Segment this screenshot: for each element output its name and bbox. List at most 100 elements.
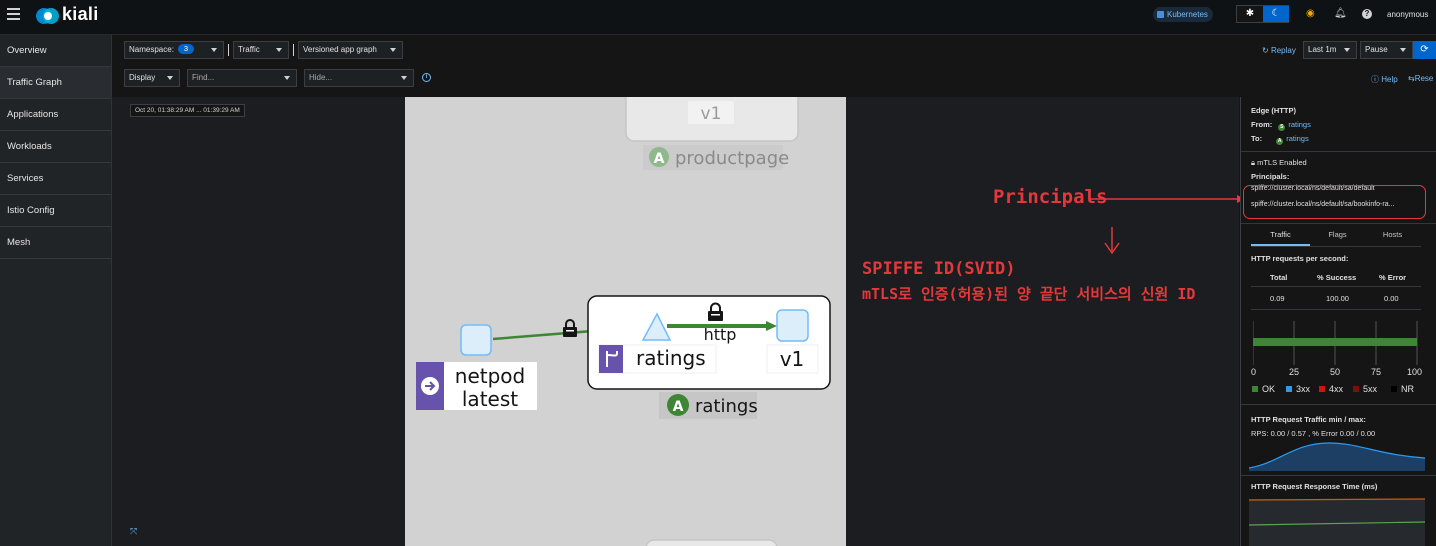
traffic-values: RPS: 0.00 / 0.57 , % Error 0.00 / 0.00 bbox=[1251, 429, 1376, 438]
bottom-app-box[interactable] bbox=[645, 539, 778, 546]
divider bbox=[1241, 475, 1436, 476]
refresh-icon: ⟳ bbox=[1420, 44, 1429, 55]
history-icon: ↻ bbox=[1262, 46, 1271, 55]
tab-flags[interactable]: Flags bbox=[1310, 230, 1365, 239]
sidebar-item-services[interactable]: Services bbox=[0, 163, 111, 195]
namespace-select[interactable]: Namespace: 3 bbox=[124, 41, 224, 59]
ratings-v1-label: v1 bbox=[780, 347, 805, 371]
refresh-button[interactable]: ⟳ bbox=[1413, 41, 1436, 59]
productpage-app-badge-letter: A bbox=[654, 151, 665, 167]
lock-icon bbox=[563, 319, 577, 337]
graph-type-select[interactable]: Versioned app graph bbox=[298, 41, 403, 59]
traffic-sparkline bbox=[1249, 442, 1425, 471]
panel-title: Edge (HTTP) bbox=[1251, 106, 1296, 115]
display-select[interactable]: Display bbox=[124, 69, 180, 87]
find-input[interactable]: Find... bbox=[187, 69, 297, 87]
app-badge: A bbox=[1276, 138, 1284, 145]
duration-select[interactable]: Last 1m bbox=[1303, 41, 1357, 59]
sun-icon: ✱ bbox=[1245, 8, 1255, 19]
bell-icon[interactable]: 🔔︎ bbox=[1334, 9, 1347, 19]
mtls-annotation: mTLS로 인증(허용)된 양 끝단 서비스의 신원 ID bbox=[862, 285, 1196, 303]
cluster-chip: Kubernetes bbox=[1153, 7, 1213, 22]
legend-3xx: 3xx bbox=[1286, 384, 1310, 394]
hamburger-menu-icon[interactable] bbox=[7, 8, 20, 20]
duration-label: Last 1m bbox=[1308, 45, 1337, 54]
tab-traffic[interactable]: Traffic bbox=[1251, 230, 1310, 239]
tab-hosts[interactable]: Hosts bbox=[1365, 230, 1420, 239]
response-codes-chart bbox=[1253, 321, 1418, 365]
help-button[interactable]: ⓘ Help bbox=[1371, 74, 1398, 85]
value-total: 0.09 bbox=[1270, 294, 1285, 303]
fit-to-screen-icon[interactable]: ⤧ bbox=[130, 526, 137, 537]
mtls-label: mTLS Enabled bbox=[1257, 158, 1307, 167]
spiffe-annotation: SPIFFE ID(SVID) bbox=[862, 259, 1016, 279]
from-row: From: Sratings bbox=[1251, 120, 1311, 131]
graph-type-label: Versioned app graph bbox=[303, 45, 377, 54]
divider bbox=[1241, 151, 1436, 152]
light-theme-button[interactable]: ✱ bbox=[1237, 6, 1263, 22]
sidebar-item-overview[interactable]: Overview bbox=[0, 35, 111, 67]
help-icon[interactable]: ? bbox=[1362, 9, 1372, 19]
productpage-app-label: productpage bbox=[675, 148, 789, 169]
sidebar-item-mesh[interactable]: Mesh bbox=[0, 227, 111, 259]
annotation-arrows bbox=[1089, 195, 1245, 255]
caret-down-icon bbox=[401, 76, 407, 80]
caret-down-icon bbox=[276, 48, 282, 52]
sidebar-item-istio-config[interactable]: Istio Config bbox=[0, 195, 111, 227]
to-value[interactable]: ratings bbox=[1286, 134, 1309, 143]
table-divider bbox=[1251, 286, 1421, 287]
principals-label: Principals: bbox=[1251, 172, 1290, 181]
replay-label: Replay bbox=[1270, 46, 1296, 55]
legend-label: 4xx bbox=[1329, 384, 1344, 394]
sidebar-item-workloads[interactable]: Workloads bbox=[0, 131, 111, 163]
masthead: kiali Kubernetes ✱ ☾ ◉ 🔔︎ ? anonymous bbox=[0, 0, 1436, 35]
sidebar-item-traffic-graph[interactable]: Traffic Graph bbox=[0, 67, 111, 99]
help-label: Help bbox=[1381, 75, 1398, 84]
namespace-label: Namespace: bbox=[129, 45, 174, 54]
col-total: Total bbox=[1270, 273, 1288, 282]
to-label: To: bbox=[1251, 134, 1263, 143]
find-placeholder: Find... bbox=[192, 73, 215, 82]
ratings-v1-node[interactable] bbox=[776, 309, 809, 342]
reset-button[interactable]: ⇆Rese bbox=[1408, 74, 1433, 83]
netpod-workload-node[interactable] bbox=[460, 324, 492, 356]
theme-switch: ✱ ☾ bbox=[1236, 5, 1289, 23]
status-icon[interactable]: ◉ bbox=[1306, 9, 1315, 19]
legend-swatch bbox=[1252, 386, 1258, 392]
help-circle-icon: ⓘ bbox=[1371, 75, 1382, 84]
user-menu[interactable]: anonymous bbox=[1387, 10, 1428, 19]
hide-input[interactable]: Hide... bbox=[304, 69, 414, 87]
toolbar-separator bbox=[293, 44, 294, 56]
ok-bar[interactable] bbox=[1253, 338, 1417, 346]
traffic-title: HTTP Request Traffic min / max: bbox=[1251, 415, 1366, 424]
traffic-sparkline-area bbox=[1249, 443, 1425, 471]
caret-down-icon bbox=[390, 48, 396, 52]
productpage-version-label: v1 bbox=[701, 104, 722, 124]
graph-canvas[interactable]: v1 A productpage netpod latest http rati… bbox=[405, 97, 846, 546]
tabs-divider bbox=[1251, 246, 1421, 247]
traffic-select[interactable]: Traffic bbox=[233, 41, 289, 59]
ratings-service-label: ratings bbox=[636, 346, 706, 370]
axis-tick: 25 bbox=[1289, 367, 1300, 377]
legend-4xx: 4xx bbox=[1319, 384, 1343, 394]
to-row: To: Aratings bbox=[1251, 134, 1309, 145]
legend-swatch bbox=[1391, 386, 1397, 392]
divider bbox=[1241, 223, 1436, 224]
ratings-service-badge bbox=[599, 345, 623, 373]
dark-theme-button[interactable]: ☾ bbox=[1263, 6, 1289, 22]
side-panel: Edge (HTTP) From: Sratings To: Aratings … bbox=[1240, 97, 1436, 546]
service-badge: S bbox=[1278, 124, 1286, 131]
hide-placeholder: Hide... bbox=[309, 73, 333, 82]
replay-button[interactable]: ↻ Replay bbox=[1262, 46, 1296, 55]
legend-5xx: 5xx bbox=[1353, 384, 1377, 394]
refresh-interval-select[interactable]: Pause bbox=[1360, 41, 1413, 59]
sidebar-item-applications[interactable]: Applications bbox=[0, 99, 111, 131]
info-icon[interactable]: i bbox=[422, 73, 431, 82]
from-value[interactable]: ratings bbox=[1288, 120, 1311, 129]
legend-swatch bbox=[1319, 386, 1325, 392]
display-label: Display bbox=[129, 73, 156, 82]
kiali-logo bbox=[36, 8, 59, 24]
moon-icon: ☾ bbox=[1271, 8, 1281, 19]
value-success: 100.00 bbox=[1326, 294, 1349, 303]
response-time-title: HTTP Request Response Time (ms) bbox=[1251, 482, 1378, 491]
